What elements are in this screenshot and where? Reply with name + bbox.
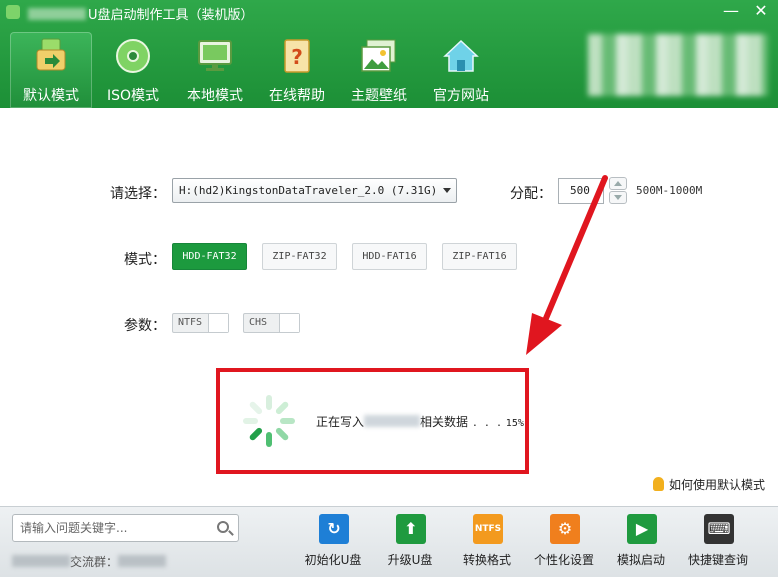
footer-toolbar: 请输入问题关键字... 交流群： ↻ 初始化U盘 ⬆ 升级U盘 NTFS 转换格… [0, 506, 778, 577]
nav-label: 默认模式 [23, 88, 79, 104]
mode-label: 模式： [124, 252, 166, 268]
main-nav: 默认模式 ISO模式 本地模式 ? 在线帮助 主题壁纸 官方网站 [10, 32, 502, 108]
blurred-promo-banner [588, 34, 768, 96]
nav-label: 在线帮助 [269, 88, 325, 104]
nav-item-online-help[interactable]: ? 在线帮助 [256, 32, 338, 108]
nav-label: 官方网站 [433, 88, 489, 104]
toggle-knob [208, 314, 228, 332]
nav-item-theme-wallpaper[interactable]: 主题壁纸 [338, 32, 420, 108]
usb-drive-icon [36, 38, 66, 71]
alloc-range-hint: 500M-1000M [636, 184, 703, 197]
search-placeholder: 请输入问题关键字... [20, 521, 128, 535]
nav-item-iso-mode[interactable]: ISO模式 [92, 32, 174, 108]
simulate-boot-icon: ▶ [627, 514, 657, 544]
nav-item-official-site[interactable]: 官方网站 [420, 32, 502, 108]
main-panel: 请选择： H:(hd2)KingstonDataTraveler_2.0 (7.… [0, 108, 778, 506]
header: U盘启动制作工具（装机版） — ✕ 默认模式 ISO模式 本地模式 ? 在线帮助… [0, 0, 778, 108]
simulate-boot-button[interactable]: ▶ 模拟启动 [606, 514, 676, 574]
help-default-mode-link[interactable]: 如何使用默认模式 [653, 476, 765, 493]
device-select-label: 请选择： [110, 186, 166, 202]
disc-icon [116, 39, 150, 73]
mode-hdd-fat32-button[interactable]: HDD-FAT32 [172, 243, 247, 270]
keyboard-icon: ⌨ [704, 514, 734, 544]
annotation-arrow [526, 175, 608, 355]
convert-format-button[interactable]: NTFS 转换格式 [452, 514, 522, 574]
init-usb-button[interactable]: ↻ 初始化U盘 [298, 514, 368, 574]
param-label: 参数： [124, 318, 166, 334]
upgrade-arrow-icon: ⬆ [396, 514, 426, 544]
home-icon [443, 39, 479, 72]
toggle-knob [279, 314, 299, 332]
device-select-value: H:(hd2)KingstonDataTraveler_2.0 (7.31G) [179, 184, 438, 197]
progress-percent: 15% [505, 418, 524, 429]
mode-hdd-fat16-button[interactable]: HDD-FAT16 [352, 243, 427, 270]
nav-item-default-mode[interactable]: 默认模式 [10, 32, 92, 108]
monitor-icon [198, 40, 232, 71]
chs-toggle-label: CHS [249, 317, 268, 328]
progress-status-text: 正在写入 相关数据 . . . 15% [316, 415, 524, 429]
shortcut-lookup-button[interactable]: ⌨ 快捷键查询 [683, 514, 753, 574]
nav-item-local-mode[interactable]: 本地模式 [174, 32, 256, 108]
search-input[interactable]: 请输入问题关键字... [12, 514, 239, 542]
blurred-brand [28, 8, 86, 20]
personalize-settings-button[interactable]: ⚙ 个性化设置 [529, 514, 599, 574]
close-button[interactable]: ✕ [746, 0, 776, 24]
ntfs-icon: NTFS [473, 514, 503, 544]
title-bar: U盘启动制作工具（装机版） — ✕ [0, 0, 778, 26]
blurred-text [364, 415, 421, 427]
nav-label: 主题壁纸 [351, 88, 407, 104]
upgrade-usb-button[interactable]: ⬆ 升级U盘 [375, 514, 445, 574]
mode-zip-fat16-button[interactable]: ZIP-FAT16 [442, 243, 517, 270]
gear-icon: ⚙ [550, 514, 580, 544]
window-title: U盘启动制作工具（装机版） [28, 4, 254, 23]
blurred-text [12, 555, 70, 567]
lightbulb-icon [653, 477, 664, 491]
svg-text:?: ? [291, 45, 303, 69]
blurred-text [118, 555, 167, 567]
ntfs-toggle-label: NTFS [178, 317, 203, 328]
search-icon[interactable] [217, 521, 229, 533]
loading-spinner-icon [243, 395, 295, 447]
progress-highlight-box: 正在写入 相关数据 . . . 15% [216, 368, 529, 474]
chevron-down-icon [443, 188, 451, 193]
nav-label: 本地模式 [187, 88, 243, 104]
help-document-icon: ? [284, 39, 310, 73]
chs-toggle[interactable]: CHS [243, 313, 300, 333]
app-logo-icon [6, 5, 20, 19]
device-select[interactable]: H:(hd2)KingstonDataTraveler_2.0 (7.31G) [172, 178, 457, 203]
minimize-button[interactable]: — [716, 0, 746, 24]
wallpaper-icon [361, 39, 396, 72]
refresh-icon: ↻ [319, 514, 349, 544]
ntfs-toggle[interactable]: NTFS [172, 313, 229, 333]
mode-zip-fat32-button[interactable]: ZIP-FAT32 [262, 243, 337, 270]
progress-dots: . . . [471, 418, 502, 429]
qq-group-line: 交流群： [12, 553, 167, 570]
nav-label: ISO模式 [106, 88, 160, 104]
